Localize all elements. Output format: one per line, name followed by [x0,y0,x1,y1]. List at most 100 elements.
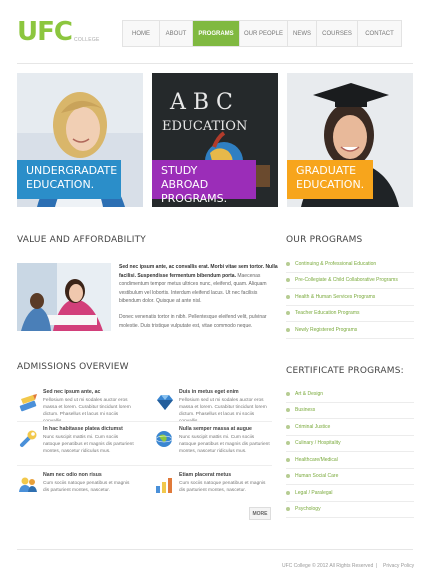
certificate-label: Criminal Justice [295,423,331,430]
bullet-icon [286,311,290,316]
bullet-icon [286,327,290,332]
program-item[interactable]: Newly Registered Programs [286,322,414,339]
program-label: Teacher Education Programs [295,310,360,317]
banner-line-1: UNDERGRADATE [26,164,118,177]
certificate-item[interactable]: Human Social Care [286,469,414,485]
admissions-title: ADMISSIONS OVERVIEW [17,362,129,372]
certificate-label: Healthcare/Medical [295,456,338,463]
main-nav: HOME ABOUT PROGRAMS OUR PEOPLE NEWS COUR… [122,20,402,47]
people-icon [19,477,37,492]
nav-news[interactable]: NEWS [288,21,317,46]
banner-line-2: EDUCATION. [26,178,95,191]
admissions-item: In hac habitasse platea dictumst Nunc su… [17,426,135,462]
banner-undergraduate[interactable]: UNDERGRADATE EDUCATION. [17,73,143,207]
certificate-label: Human Social Care [295,473,339,480]
nav-programs[interactable]: PROGRAMS [193,21,240,46]
admissions-item: Nam nec odio non risus Cum sociis natoqu… [17,472,135,508]
logo-subtitle: COLLEGE [73,37,100,43]
banner-line-2: PROGRAMS. [161,192,228,205]
certificate-item[interactable]: Business [286,403,414,419]
bullet-icon [286,278,290,283]
bullet-icon [286,441,290,446]
certificate-item[interactable]: Culinary / Hospitality [286,436,414,452]
bullet-icon [286,490,290,495]
footer-separator: | [376,563,378,569]
bullet-icon [286,507,290,512]
admissions-item-text: Nunc suscipit mattis mi. Cum sociis nato… [179,435,270,454]
program-item[interactable]: Health & Human Services Programs [286,289,414,306]
certificate-label: Business [295,407,316,414]
certificate-title: CERTIFICATE PROGRAMS: [286,366,404,376]
admissions-item-text: Nunc suscipit mattis mi. Cum sociis nato… [43,435,134,454]
bullet-icon [286,474,290,479]
admissions-item-title[interactable]: Duis in metus eget enim [179,389,239,395]
nav-our-people[interactable]: OUR PEOPLE [240,21,288,46]
certificate-item[interactable]: Legal / Paralegal [286,485,414,502]
admissions-item-title[interactable]: Nam nec odio non risus [43,472,102,478]
bullet-icon [286,391,290,396]
program-item[interactable]: Continuing & Professional Education [286,256,414,273]
banner-undergraduate-label: UNDERGRADATE EDUCATION. [17,160,121,199]
value-paragraph-2: Donec venenatis tortor in nibh. Pellente… [119,314,267,329]
nav-contact[interactable]: CONTACT [358,21,401,46]
admissions-item-text: Cum sociis natoque penatibus et magnis d… [43,481,130,493]
more-button[interactable]: MORE [249,507,271,520]
admissions-item: Sed nec ipsum ante, ac Fellosium sed ut … [17,389,135,425]
admissions-item-title[interactable]: In hac habitasse platea dictumst [43,426,123,432]
nav-home[interactable]: HOME [123,21,160,46]
admissions-item-text: Cum sociis natoque penatibus et magnis d… [179,481,266,493]
wrench-icon [20,430,37,447]
value-title: VALUE AND AFFORDABILITY [17,235,146,245]
banner-line-2: EDUCATION. [296,178,365,191]
program-item[interactable]: Teacher Education Programs [286,306,414,322]
admissions-item: Etiam placerat metus Cum sociis natoque … [153,472,271,508]
chalkboard-word: EDUCATION [162,119,247,134]
admissions-item: Nulla semper massa at augue Nunc suscipi… [153,426,271,462]
value-paragraph-1: Sed nec ipsum ante, ac convallis erat. M… [119,263,279,306]
program-label: Continuing & Professional Education [295,260,377,267]
banner-graduate[interactable]: GRADUATE EDUCATION. [287,73,413,207]
nav-courses[interactable]: COURSES [317,21,358,46]
nav-about[interactable]: ABOUT [160,21,193,46]
certificate-item[interactable]: Criminal Justice [286,419,414,436]
banner-study-abroad-label: STUDY ABROAD PROGRAMS. [152,160,256,205]
certificate-item[interactable]: Healthcare/Medical [286,452,414,469]
admissions-divider [17,421,272,422]
certificate-item[interactable]: Psychology [286,502,414,518]
footer-divider [17,549,413,550]
bullet-icon [286,424,290,429]
bullet-icon [286,261,290,266]
privacy-policy-link[interactable]: Privacy Policy [383,563,414,569]
certificate-list: Art & Design Business Criminal Justice C… [286,386,414,518]
header-divider [17,63,413,64]
banner-graduate-label: GRADUATE EDUCATION. [287,160,373,199]
footer-copyright: UFC College © 2012 All Rights Reserved [282,563,374,569]
banner-line-1: GRADUATE [296,164,357,177]
programs-list: Continuing & Professional Education Pre-… [286,256,414,339]
program-item[interactable]: Pre-Collegiate & Child Collaborative Pro… [286,273,414,289]
banner-study-abroad[interactable]: A B C EDUCATION STUDY ABROAD PROGRAMS. [152,73,278,207]
admissions-item-title[interactable]: Etiam placerat metus [179,472,231,478]
globe-icon [155,431,173,447]
logo[interactable]: UFC COLLEGE [17,19,100,45]
chalkboard-letters: A B C [169,90,233,115]
bullet-icon [286,457,290,462]
program-label: Newly Registered Programs [295,326,358,333]
admissions-divider [17,465,272,466]
students-reading-photo [17,263,111,331]
certificate-label: Psychology [295,506,321,513]
certificate-label: Art & Design [295,390,324,397]
programs-title: OUR PROGRAMS [286,235,363,245]
certificate-label: Culinary / Hospitality [295,440,341,447]
certificate-label: Legal / Paralegal [295,489,333,496]
diamond-icon [157,395,173,410]
admissions-item-title[interactable]: Sed nec ipsum ante, ac [43,389,100,395]
program-label: Health & Human Services Programs [295,293,376,300]
admissions-item: Duis in metus eget enim Fellosium sed ut… [153,389,271,425]
certificate-item[interactable]: Art & Design [286,386,414,403]
banner-line-1: STUDY ABROAD [161,164,209,191]
program-label: Pre-Collegiate & Child Collaborative Pro… [295,277,398,284]
bullet-icon [286,408,290,413]
bullet-icon [286,294,290,299]
admissions-item-title[interactable]: Nulla semper massa at augue [179,426,252,432]
